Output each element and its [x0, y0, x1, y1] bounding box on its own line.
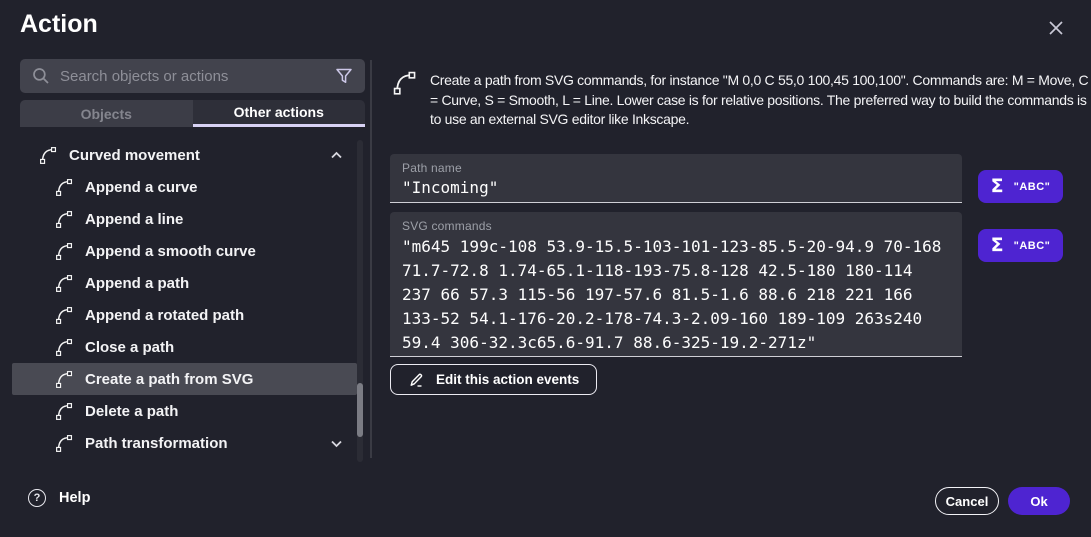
chevron-up-icon [330, 151, 343, 160]
curve-icon [54, 209, 74, 229]
filter-button[interactable] [335, 67, 353, 85]
curve-icon [54, 273, 74, 293]
list-item-label: Close a path [85, 339, 174, 356]
list-item-label: Create a path from SVG [85, 371, 253, 388]
abc-label: "ABC" [1014, 181, 1051, 193]
cancel-button[interactable]: Cancel [935, 487, 999, 515]
curve-icon [38, 145, 58, 165]
tab-other-actions[interactable]: Other actions [193, 100, 366, 127]
search-box [20, 59, 365, 93]
path-name-value[interactable]: "Incoming" [402, 178, 950, 197]
help-button[interactable]: ? Help [28, 489, 90, 507]
panel-divider [370, 60, 372, 458]
dialog-title: Action [20, 10, 98, 39]
svg-commands-field[interactable]: SVG commands "m645 199c-108 53.9-15.5-10… [390, 212, 962, 357]
pencil-icon [408, 371, 425, 388]
edit-button-label: Edit this action events [436, 372, 579, 387]
help-label: Help [59, 490, 90, 506]
list-item-label: Delete a path [85, 403, 178, 420]
list-item-label: Append a rotated path [85, 307, 244, 324]
action-description: Create a path from SVG commands, for ins… [430, 71, 1090, 130]
ok-button[interactable]: Ok [1008, 487, 1070, 515]
list-item-curved-movement[interactable]: Curved movement [0, 139, 358, 171]
list-item-append-a-line[interactable]: Append a line [0, 203, 358, 235]
curve-icon [54, 369, 74, 389]
list-item-label: Append a smooth curve [85, 243, 256, 260]
chevron-down-icon [330, 439, 343, 448]
help-icon: ? [28, 489, 46, 507]
svg-commands-label: SVG commands [402, 219, 950, 233]
scrollbar-thumb[interactable] [357, 383, 363, 437]
abc-label: "ABC" [1014, 240, 1051, 252]
path-name-label: Path name [402, 161, 950, 175]
list-item-close-a-path[interactable]: Close a path [0, 331, 358, 363]
expression-editor-button-path-name[interactable]: Σ "ABC" [978, 170, 1063, 203]
list-item-label: Append a curve [85, 179, 198, 196]
list-item-delete-a-path[interactable]: Delete a path [0, 395, 358, 427]
curve-icon [54, 433, 74, 453]
list-item-label: Append a path [85, 275, 189, 292]
curve-icon [54, 241, 74, 261]
list-item-label: Curved movement [69, 147, 200, 164]
sigma-icon: Σ [991, 177, 1004, 196]
curve-icon [391, 69, 418, 101]
expression-editor-button-svg-commands[interactable]: Σ "ABC" [978, 229, 1063, 262]
funnel-icon [335, 67, 353, 85]
list-item-append-a-path[interactable]: Append a path [0, 267, 358, 299]
curve-icon [54, 305, 74, 325]
close-icon [1046, 18, 1066, 38]
list-item-create-a-path-from-svg[interactable]: Create a path from SVG [12, 363, 357, 395]
curve-icon [54, 337, 74, 357]
tab-bar: Objects Other actions [20, 100, 365, 127]
curve-icon [54, 401, 74, 421]
tab-objects[interactable]: Objects [20, 100, 193, 127]
edit-action-events-button[interactable]: Edit this action events [390, 364, 597, 395]
close-button[interactable] [1043, 15, 1069, 41]
curve-icon [54, 177, 74, 197]
svg-commands-value[interactable]: "m645 199c-108 53.9-15.5-103-101-123-85.… [402, 235, 947, 355]
list-item-append-a-smooth-curve[interactable]: Append a smooth curve [0, 235, 358, 267]
path-name-field[interactable]: Path name "Incoming" [390, 154, 962, 203]
list-item-append-a-rotated-path[interactable]: Append a rotated path [0, 299, 358, 331]
search-input[interactable] [60, 68, 335, 85]
list-item-label: Path transformation [85, 435, 228, 452]
list-item-label: Append a line [85, 211, 183, 228]
list-item-append-a-curve[interactable]: Append a curve [0, 171, 358, 203]
actions-list: Curved movement Append a curve Append a … [0, 139, 358, 459]
list-item-path-transformation[interactable]: Path transformation [0, 427, 358, 459]
search-icon [32, 67, 50, 85]
sigma-icon: Σ [991, 236, 1004, 255]
